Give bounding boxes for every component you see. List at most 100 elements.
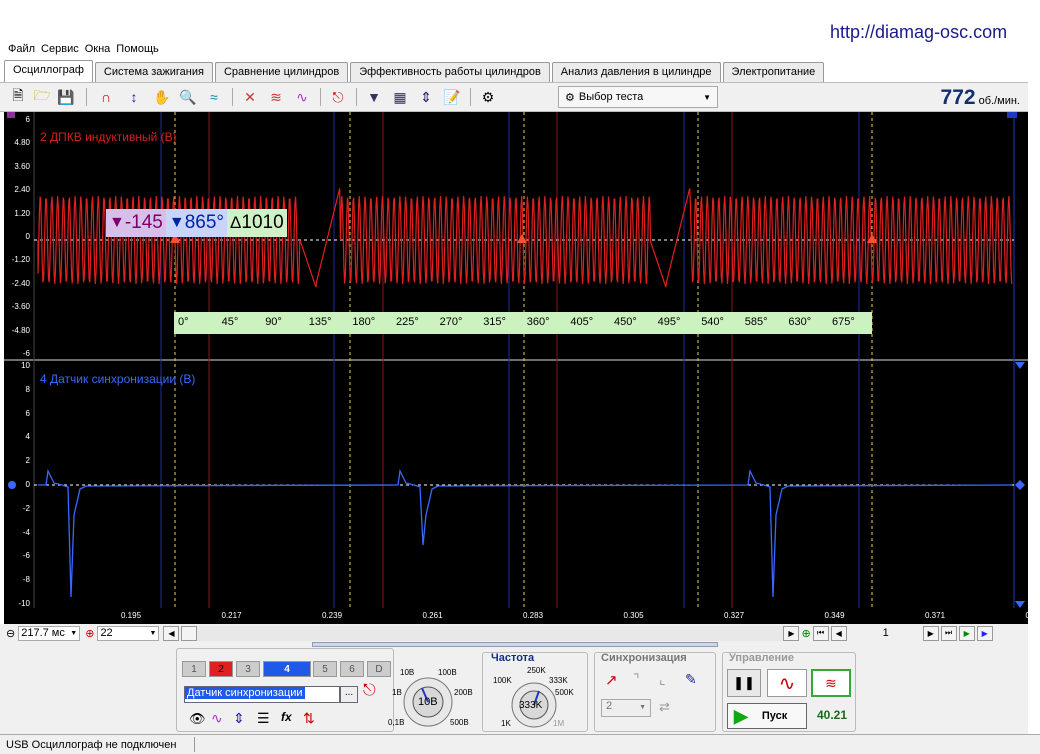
play-button[interactable]: ▶ bbox=[958, 625, 975, 641]
menu-windows[interactable]: Окна bbox=[85, 43, 111, 55]
y-tick-label: -4.80 bbox=[11, 325, 30, 335]
scroll-right-button[interactable]: ▶ bbox=[783, 625, 800, 641]
delta-value: Δ 1010 bbox=[227, 209, 287, 237]
cursor-arc-icon[interactable]: ∩ bbox=[96, 87, 116, 107]
overlay-icon[interactable]: ∿ bbox=[292, 87, 312, 107]
voltage-knob-area[interactable]: 10В 10В 100В 1В 200В 0,1В 500В bbox=[388, 658, 478, 730]
save-icon[interactable]: 💾 bbox=[56, 87, 76, 107]
single-wave-button[interactable]: ∿ bbox=[767, 669, 807, 697]
visibility-icon[interactable]: 👁 bbox=[189, 711, 206, 727]
auto-settings-icon[interactable]: ⚙ bbox=[478, 87, 498, 107]
ch2-top-marker bbox=[1015, 362, 1025, 369]
oscilloscope-view[interactable]: 6 4.80 3.60 2.40 1.20 0 -1.20 -2.40 -3.60 -4.80 -6… bbox=[4, 112, 1028, 624]
filter-icon[interactable]: ▼ bbox=[364, 87, 384, 107]
tab-cylinder-compare[interactable]: Сравнение цилиндров bbox=[214, 62, 349, 82]
sync-channel-select[interactable]: 2 ▼ bbox=[601, 699, 651, 717]
control-panel: 1 2 3 4 5 6 D Датчик синхронизации ... ⎋… bbox=[0, 642, 1028, 734]
test-select-label: Выбор теста bbox=[578, 91, 644, 103]
sync-edge-up-icon[interactable]: ⌝ bbox=[633, 671, 640, 688]
probe-icon[interactable]: ⎋ bbox=[363, 682, 376, 700]
table-icon[interactable]: ▦ bbox=[390, 87, 410, 107]
tab-ignition[interactable]: Система зажигания bbox=[94, 62, 213, 82]
tab-oscilloscope[interactable]: Осциллограф bbox=[4, 60, 93, 82]
menu-service[interactable]: Сервис bbox=[41, 43, 79, 55]
open-folder-icon[interactable]: 🗁 bbox=[32, 87, 52, 107]
waveform-canvas[interactable] bbox=[4, 112, 1028, 624]
x-tick-label: 0.305 bbox=[623, 611, 644, 620]
zoom-select[interactable]: 22 ▼ bbox=[97, 625, 160, 641]
prev-page-button[interactable]: ◀ bbox=[830, 625, 847, 641]
chevron-down-icon: ▼ bbox=[639, 704, 646, 711]
notes-icon[interactable]: 📝 bbox=[442, 87, 462, 107]
split-icon[interactable]: ⇕ bbox=[416, 87, 436, 107]
x-tick-label: 0.283 bbox=[523, 611, 544, 620]
zoom-icon[interactable]: 🔍 bbox=[178, 87, 198, 107]
vertical-position-icon[interactable]: ⇕ bbox=[233, 710, 245, 727]
tab-pressure-analysis[interactable]: Анализ давления в цилиндре bbox=[551, 62, 721, 82]
start-button[interactable]: ▶ Пуск bbox=[727, 703, 807, 729]
sync-edge-down-icon[interactable]: ⌞ bbox=[659, 671, 666, 688]
channels-icon[interactable]: ≈ bbox=[204, 87, 224, 107]
sync-swap-icon[interactable]: ⇄ bbox=[659, 699, 670, 715]
cursor-marker-icon[interactable]: ↕ bbox=[124, 87, 144, 107]
new-file-icon[interactable]: 🗎 bbox=[8, 87, 28, 107]
channel-button-4[interactable]: 4 bbox=[263, 661, 311, 677]
auto-scale-icon[interactable]: ⎋ bbox=[328, 87, 348, 107]
ellipsis-button[interactable]: ... bbox=[340, 686, 358, 703]
sync-manual-icon[interactable]: ✎ bbox=[685, 671, 697, 688]
channel-button-6[interactable]: 6 bbox=[340, 661, 364, 677]
channel-button-2[interactable]: 2 bbox=[209, 661, 233, 677]
overlay-mode-icon[interactable]: ∿ bbox=[211, 710, 223, 727]
channel-name-input[interactable]: Датчик синхронизации bbox=[184, 686, 340, 703]
function-icon[interactable]: fx bbox=[281, 710, 292, 724]
cursor-measure-icon[interactable]: ⇅ bbox=[303, 710, 315, 727]
ch2-waveform bbox=[38, 468, 1013, 598]
last-page-button[interactable]: ⏭ bbox=[940, 625, 957, 641]
channel1-title: 2 ДПКВ индуктивный (В) bbox=[40, 130, 177, 144]
timebase-select[interactable]: 217.7 мс ▼ bbox=[18, 625, 81, 641]
measurement-readout[interactable]: ▼ -145 ▼ 865° Δ 1010 bbox=[106, 209, 287, 237]
sync-rising-icon[interactable]: ↗ bbox=[605, 671, 618, 689]
waves-icon[interactable]: ≋ bbox=[266, 87, 286, 107]
sync-title: Синхронизация bbox=[601, 652, 687, 664]
tab-power[interactable]: Электропитание bbox=[722, 62, 825, 82]
channel-button-5[interactable]: 5 bbox=[313, 661, 337, 677]
angle-label: 585° bbox=[744, 316, 768, 328]
invert-icon[interactable]: ✕ bbox=[240, 87, 260, 107]
pause-button[interactable]: ❚❚ bbox=[727, 669, 761, 697]
hand-icon[interactable]: ✋ bbox=[152, 87, 172, 107]
reference-line-icon[interactable]: ☰ bbox=[257, 710, 270, 727]
sync-panel: Синхронизация ↗ ⌝ ⌞ ✎ 2 ▼ ⇄ bbox=[594, 652, 716, 732]
next-page-button[interactable]: ▶ bbox=[922, 625, 939, 641]
voltage-label-200v: 200В bbox=[454, 688, 473, 697]
horizontal-scrollbar[interactable] bbox=[197, 625, 784, 641]
y-tick-label: 2 bbox=[25, 456, 30, 466]
rpm-value: 772 bbox=[940, 86, 976, 109]
add-page-icon[interactable]: ⊕ bbox=[801, 627, 810, 640]
test-select[interactable]: ⚙ Выбор теста ▼ bbox=[558, 86, 718, 108]
tab-cylinder-efficiency[interactable]: Эффективность работы цилиндров bbox=[350, 62, 550, 82]
pause-icon: ❚❚ bbox=[733, 675, 755, 690]
menu-file[interactable]: Файл bbox=[8, 43, 35, 55]
play-forward-button[interactable]: ▶ bbox=[976, 625, 993, 641]
y-tick-label: 4 bbox=[25, 432, 30, 442]
y-tick-label: -2.40 bbox=[11, 278, 30, 288]
panel-splitter[interactable] bbox=[312, 642, 718, 647]
scroll-thumb[interactable] bbox=[181, 625, 198, 641]
menu-help[interactable]: Помощь bbox=[116, 43, 159, 55]
zoom-out-icon[interactable]: ⊖ bbox=[6, 627, 15, 640]
ch1-top-right-marker bbox=[1007, 112, 1017, 118]
first-page-button[interactable]: ⏮ bbox=[812, 625, 829, 641]
y-tick-label: 1.20 bbox=[14, 208, 30, 218]
frequency-label-100k: 100K bbox=[493, 676, 512, 685]
scroll-left-button[interactable]: ◀ bbox=[163, 625, 180, 641]
channel-button-3[interactable]: 3 bbox=[236, 661, 260, 677]
channel-button-1[interactable]: 1 bbox=[182, 661, 206, 677]
channel-button-d[interactable]: D bbox=[367, 661, 391, 677]
voltage-label-10v: 10В bbox=[400, 668, 415, 677]
x-tick-label: 0.217 bbox=[221, 611, 242, 620]
control-value: 40.21 bbox=[817, 708, 848, 722]
continuous-wave-button[interactable]: ≋ bbox=[811, 669, 851, 697]
zoom-in-icon[interactable]: ⊕ bbox=[85, 627, 94, 640]
x-tick-label: 0.349 bbox=[824, 611, 845, 620]
